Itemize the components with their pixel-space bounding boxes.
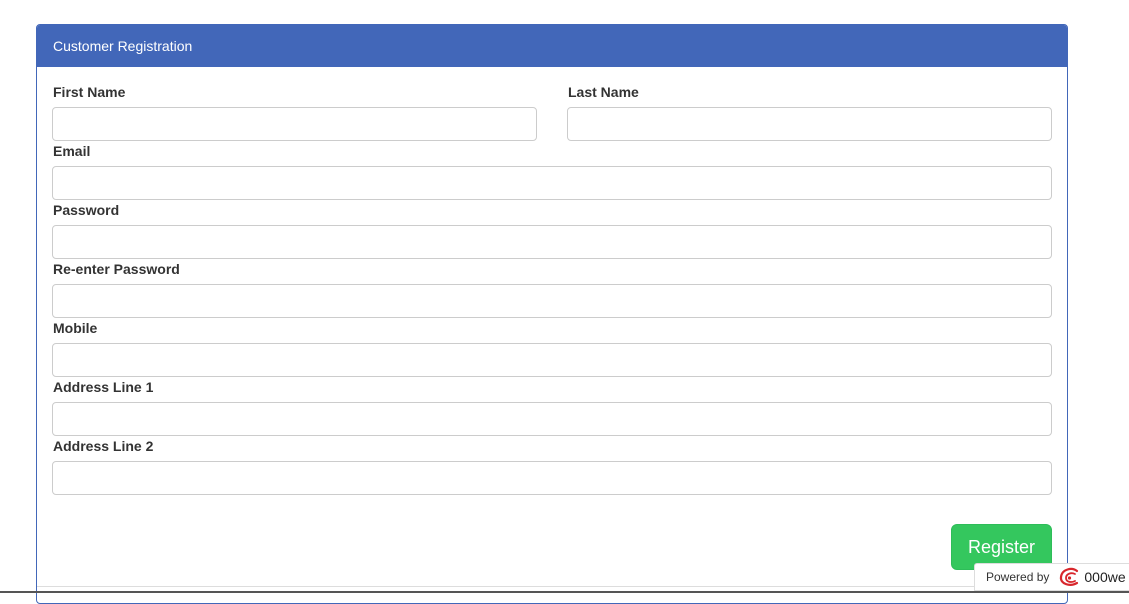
address-line-2-label: Address Line 2	[53, 438, 154, 454]
panel-heading: Customer Registration	[37, 25, 1067, 67]
email-label: Email	[53, 143, 91, 159]
reenter-password-input[interactable]	[52, 284, 1052, 318]
powered-by-text: Powered by	[986, 570, 1050, 584]
mobile-label: Mobile	[53, 320, 98, 336]
panel-title: Customer Registration	[53, 38, 193, 54]
address-line-1-input[interactable]	[52, 402, 1052, 436]
password-input[interactable]	[52, 225, 1052, 259]
password-label: Password	[53, 202, 120, 218]
first-name-label: First Name	[53, 84, 126, 100]
powered-by-badge[interactable]: Powered by 000we	[974, 563, 1129, 591]
panel-footer-divider	[37, 586, 1067, 587]
address-line-2-input[interactable]	[52, 461, 1052, 495]
mobile-input[interactable]	[52, 343, 1052, 377]
last-name-label: Last Name	[568, 84, 639, 100]
first-name-input[interactable]	[52, 107, 537, 141]
address-line-1-label: Address Line 1	[53, 379, 154, 395]
registration-panel: Customer Registration First Name Last Na…	[36, 24, 1068, 604]
email-input[interactable]	[52, 166, 1052, 200]
last-name-input[interactable]	[567, 107, 1052, 141]
reenter-password-label: Re-enter Password	[53, 261, 180, 277]
000webhost-logo-icon	[1057, 566, 1081, 588]
brand-name: 000we	[1084, 569, 1126, 585]
